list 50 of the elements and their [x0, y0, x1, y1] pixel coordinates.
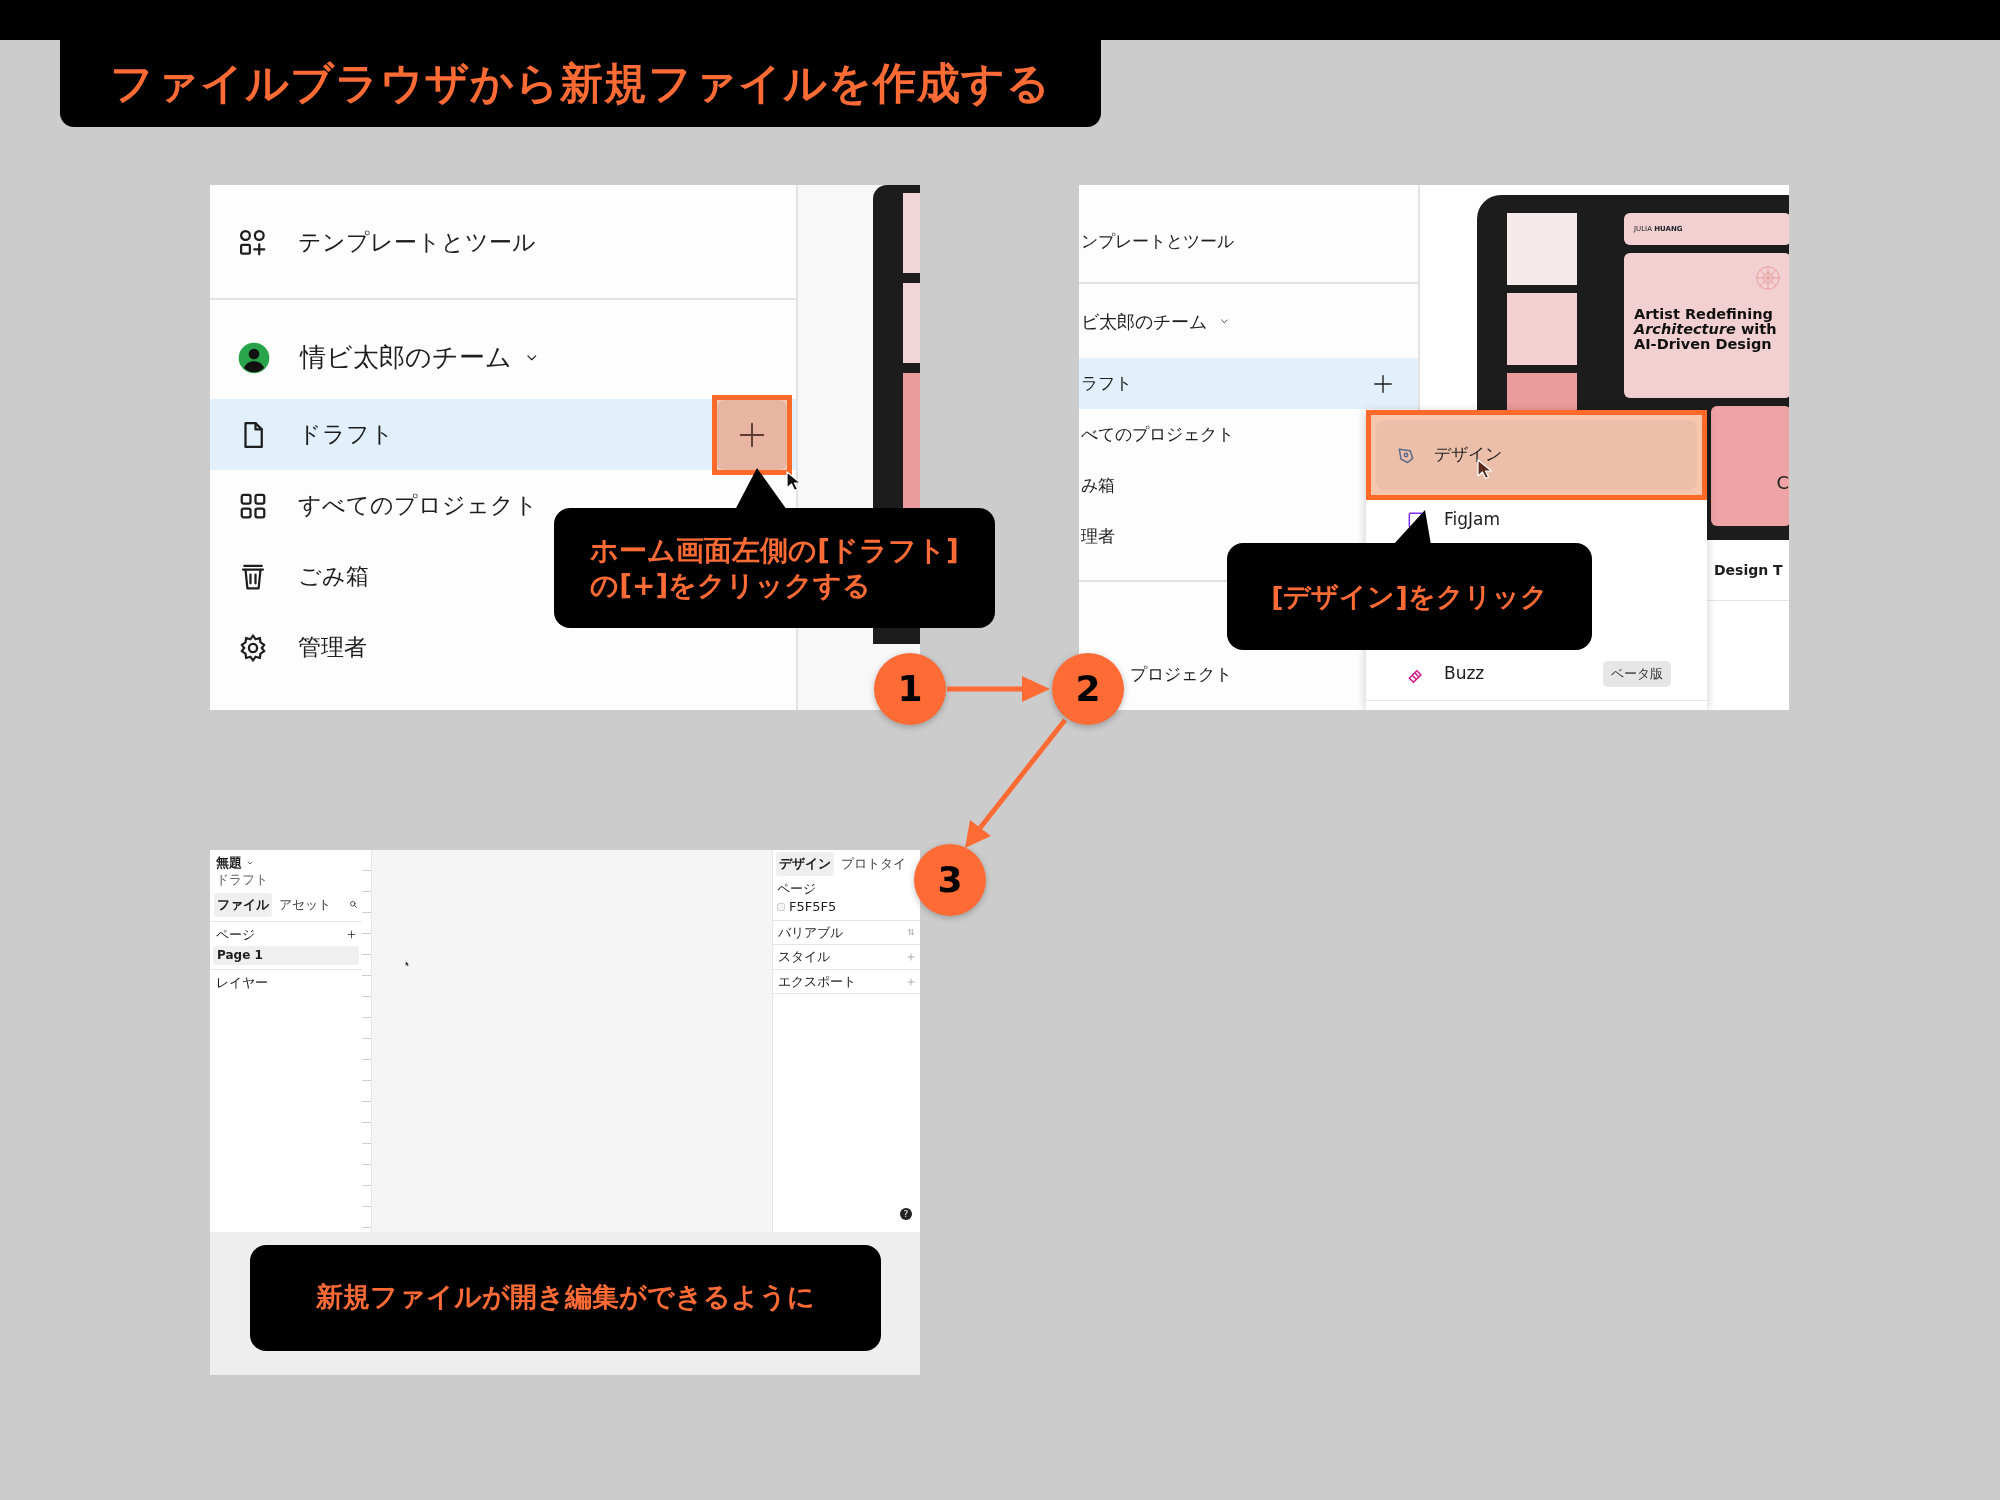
beta-badge: ベータ版 — [1603, 661, 1671, 687]
page-title: ファイルブラウザから新規ファイルを作成する — [110, 57, 1051, 111]
tab[interactable]: プロトタイ — [838, 852, 909, 876]
section-heading: ページ — [216, 926, 255, 943]
section-heading: バリアブル — [778, 924, 843, 941]
shapes-icon — [238, 227, 268, 258]
step-number: 3 — [914, 844, 986, 916]
pen-icon — [1396, 445, 1416, 465]
tab[interactable]: ファイル — [214, 893, 272, 917]
plus-icon — [347, 930, 356, 939]
hero-headline: Artist Redefining Architecture with AI-Driven Design — [1634, 307, 1778, 353]
file-title: 無題 — [216, 855, 242, 871]
preview-card-small: C — [1711, 406, 1789, 526]
cursor-icon — [405, 961, 410, 967]
plus-icon — [1372, 372, 1394, 395]
step-number: 1 — [874, 653, 946, 725]
section-heading: レイヤー — [215, 973, 269, 992]
sidebar-item[interactable]: ンプレートとツール — [1079, 216, 1418, 267]
sidebar-item[interactable]: テンプレートとツール — [210, 207, 796, 278]
callout-tail — [735, 468, 787, 510]
plus-icon — [907, 977, 915, 986]
team-switcher[interactable]: 情ビ太郎のチーム — [210, 316, 796, 399]
instruction-tooltip: [デザイン]をクリック — [1227, 543, 1592, 650]
menu-item[interactable]: FigJam — [1366, 500, 1707, 540]
team-switcher[interactable]: ビ太郎のチーム — [1079, 284, 1418, 358]
sidebar-item[interactable]: ラフト — [1079, 358, 1418, 409]
color-swatch — [1507, 213, 1577, 285]
color-swatch — [777, 902, 785, 911]
settings-icon — [238, 632, 268, 663]
callout: 新規ファイルが開き編集ができるように — [249, 1244, 881, 1351]
instruction-tooltip: ホーム画面左側の[ドラフト] の[+]をクリックする — [554, 508, 995, 628]
flower-icon — [1753, 263, 1783, 293]
step-number: 2 — [1052, 653, 1124, 725]
menu-item[interactable]: デザイン — [1366, 410, 1707, 500]
page-item[interactable]: Page 1 — [213, 946, 359, 965]
tab[interactable]: アセット — [276, 893, 334, 917]
tab[interactable]: デザイン — [776, 852, 834, 876]
help-button[interactable]: ? — [900, 1208, 912, 1220]
file-caption: Design T — [1714, 562, 1783, 578]
color-swatch — [1507, 293, 1577, 365]
section-heading: スタイル — [778, 949, 830, 965]
search-icon — [349, 900, 358, 910]
avatar-icon — [238, 341, 270, 374]
section-heading: エクスポート — [778, 973, 856, 990]
plus-icon — [907, 953, 915, 962]
menu-item[interactable]: Buzz ベータ版 — [1366, 654, 1707, 694]
color-value: F5F5F5 — [789, 899, 837, 915]
section-heading: ページ — [777, 880, 817, 897]
arrows-icon — [907, 928, 915, 937]
file-location: ドラフト — [215, 870, 269, 889]
